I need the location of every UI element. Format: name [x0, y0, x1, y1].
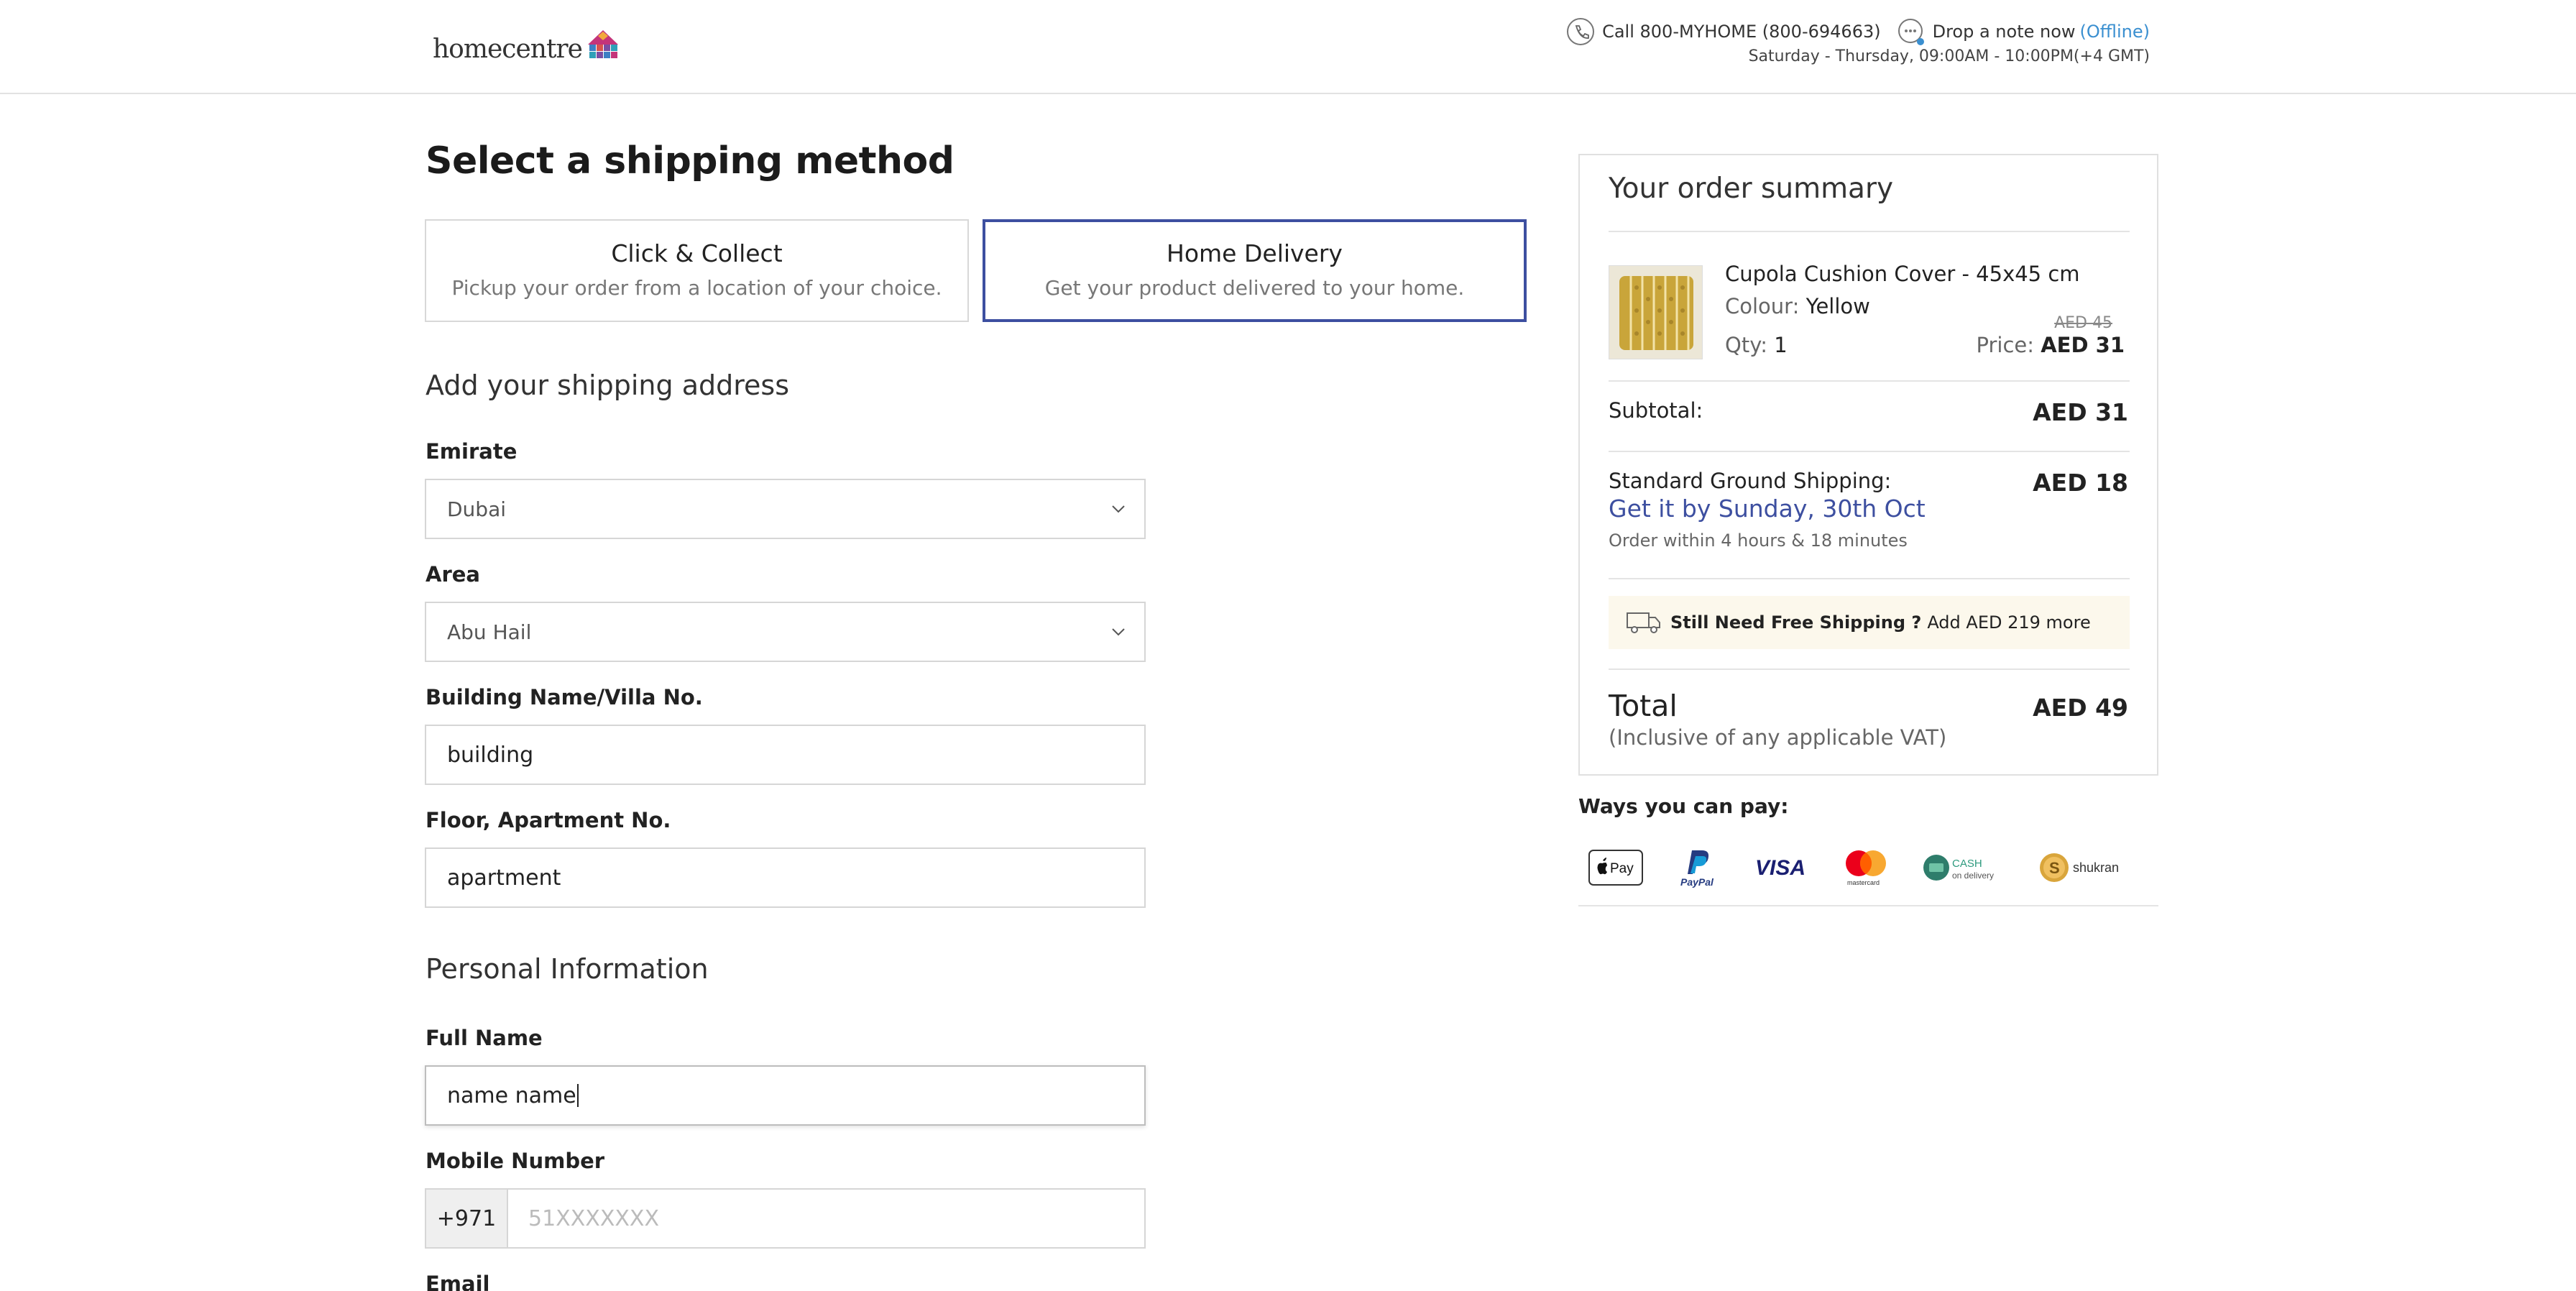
- full-name-value: name name: [447, 1083, 576, 1108]
- offline-status: (Offline): [2079, 22, 2150, 42]
- full-name-label: Full Name: [426, 1026, 543, 1050]
- support-hours: Saturday - Thursday, 09:00AM - 10:00PM(+…: [1748, 47, 2150, 65]
- mobile-input[interactable]: 51XXXXXXX: [508, 1190, 1144, 1247]
- svg-text:PayPal: PayPal: [1680, 876, 1714, 888]
- payment-title: Ways you can pay:: [1578, 794, 1789, 818]
- svg-text:Pay: Pay: [1610, 861, 1634, 876]
- text-cursor: [576, 1084, 579, 1107]
- free-ship-text: Add AED 219 more: [1927, 612, 2091, 633]
- divider: [1609, 451, 2130, 452]
- svg-text:VISA: VISA: [1755, 856, 1806, 880]
- qty-value: 1: [1774, 333, 1788, 357]
- svg-text:S: S: [2049, 859, 2060, 877]
- logo-house-icon: [587, 30, 618, 58]
- summary-title: Your order summary: [1609, 173, 1894, 205]
- truck-icon: [1627, 612, 1660, 633]
- payment-methods: Pay PayPal VISA mastercard CASH on delive…: [1578, 837, 2158, 906]
- chevron-down-icon: [1112, 505, 1125, 513]
- method-subtitle: Pickup your order from a location of you…: [451, 276, 942, 300]
- visa-icon: VISA: [1751, 847, 1808, 888]
- delivery-eta: Get it by Sunday, 30th Oct: [1609, 495, 1926, 523]
- shukran-icon: Sshukran: [2038, 847, 2125, 888]
- svg-text:shukran: shukran: [2073, 860, 2119, 875]
- product-colour: Colour: Yellow: [1725, 294, 1870, 318]
- area-value: Abu Hail: [447, 620, 532, 644]
- cash-on-delivery-icon: CASH on delivery: [1922, 847, 2008, 888]
- total-label: Total: [1609, 689, 1678, 723]
- mobile-input-group: +971 51XXXXXXX: [425, 1188, 1146, 1249]
- contact-info: Call 800-MYHOME (800-694663) Drop a note…: [1566, 17, 2150, 65]
- method-title: Home Delivery: [1167, 239, 1343, 267]
- logo-text: homecentre: [433, 34, 583, 64]
- order-countdown: Order within 4 hours & 18 minutes: [1609, 530, 1908, 551]
- click-collect-option[interactable]: Click & Collect Pickup your order from a…: [425, 219, 969, 322]
- divider: [1609, 231, 2130, 232]
- address-section-title: Add your shipping address: [426, 369, 789, 401]
- product-qty: Qty: 1: [1725, 333, 1788, 357]
- subtotal-value: AED 31: [2033, 398, 2128, 426]
- product-name[interactable]: Cupola Cushion Cover - 45x45 cm: [1725, 262, 2080, 286]
- shipping-label: Standard Ground Shipping:: [1609, 469, 1892, 493]
- vat-note: (Inclusive of any applicable VAT): [1609, 725, 1947, 750]
- paypal-icon: PayPal: [1673, 847, 1724, 888]
- svg-text:CASH: CASH: [1952, 858, 1982, 870]
- floor-input[interactable]: apartment: [425, 847, 1146, 908]
- mastercard-icon: mastercard: [1837, 847, 1895, 888]
- svg-text:mastercard: mastercard: [1847, 879, 1880, 886]
- divider: [1609, 578, 2130, 579]
- emirate-select[interactable]: Dubai: [425, 479, 1146, 539]
- product-thumbnail[interactable]: [1609, 265, 1703, 359]
- full-name-input[interactable]: name name: [425, 1065, 1146, 1126]
- emirate-value: Dubai: [447, 497, 507, 521]
- mobile-label: Mobile Number: [426, 1149, 605, 1173]
- home-delivery-option[interactable]: Home Delivery Get your product delivered…: [983, 219, 1527, 322]
- phone-icon: [1566, 17, 1595, 46]
- site-header: homecentre Call 800-MYHOME (800-694663) …: [0, 0, 2576, 94]
- method-title: Click & Collect: [611, 239, 783, 267]
- method-subtitle: Get your product delivered to your home.: [1044, 276, 1465, 300]
- order-summary: Your order summary Cupola Cushion Cover …: [1578, 154, 2158, 776]
- colour-value: Yellow: [1806, 294, 1870, 318]
- area-select[interactable]: Abu Hail: [425, 602, 1146, 662]
- chat-icon: [1897, 17, 1926, 46]
- call-link[interactable]: Call 800-MYHOME (800-694663): [1602, 22, 1881, 42]
- shipping-value: AED 18: [2033, 469, 2128, 497]
- original-price: AED 45: [2054, 314, 2112, 332]
- floor-value: apartment: [447, 865, 561, 891]
- subtotal-label: Subtotal:: [1609, 398, 1703, 423]
- apple-pay-icon: Pay: [1588, 847, 1643, 888]
- price-value: AED 31: [2041, 333, 2125, 357]
- page-title: Select a shipping method: [426, 139, 954, 183]
- free-shipping-banner: Still Need Free Shipping ? Add AED 219 m…: [1609, 596, 2130, 649]
- building-label: Building Name/Villa No.: [426, 685, 703, 709]
- divider: [1609, 380, 2130, 382]
- emirate-label: Emirate: [426, 439, 518, 464]
- building-input[interactable]: building: [425, 725, 1146, 785]
- email-label: Email: [426, 1272, 490, 1291]
- area-label: Area: [426, 562, 480, 587]
- free-ship-heading: Still Need Free Shipping ?: [1670, 612, 1922, 633]
- building-value: building: [447, 742, 534, 768]
- svg-text:on delivery: on delivery: [1952, 870, 1994, 881]
- homecentre-logo[interactable]: homecentre: [433, 27, 621, 70]
- floor-label: Floor, Apartment No.: [426, 808, 671, 832]
- drop-note-link[interactable]: Drop a note now: [1933, 22, 2076, 42]
- product-price: Price: AED 31: [1976, 333, 2125, 357]
- total-value: AED 49: [2033, 694, 2128, 722]
- country-code: +971: [426, 1190, 508, 1247]
- personal-section-title: Personal Information: [426, 953, 709, 985]
- chevron-down-icon: [1112, 628, 1125, 636]
- divider: [1609, 669, 2130, 670]
